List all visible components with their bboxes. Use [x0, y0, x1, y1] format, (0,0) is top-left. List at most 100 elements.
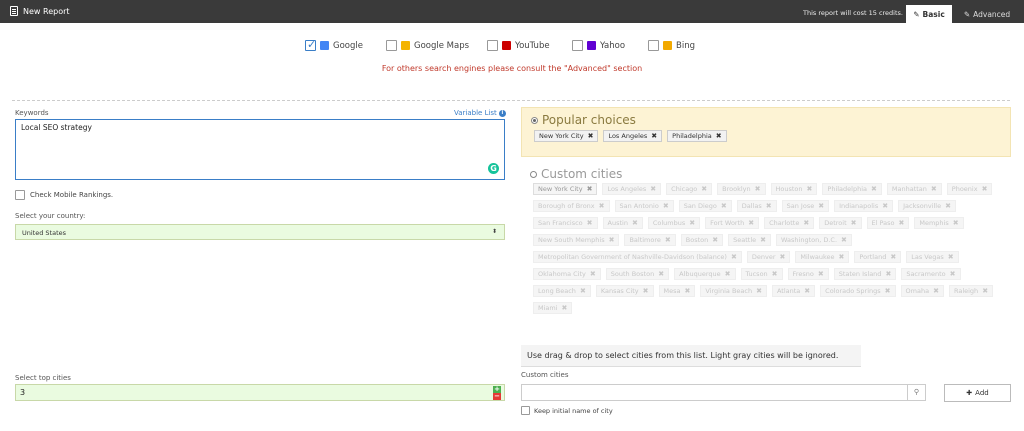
custom-city-chip[interactable]: Staten Island ✖ — [833, 268, 897, 280]
remove-icon[interactable]: ✖ — [632, 219, 638, 227]
custom-city-chip[interactable]: Brooklyn ✖ — [717, 183, 766, 195]
custom-city-chip[interactable]: New York City ✖ — [533, 183, 598, 195]
remove-icon[interactable]: ✖ — [685, 287, 691, 295]
remove-icon[interactable]: ✖ — [721, 202, 727, 210]
custom-city-chip[interactable]: Oklahoma City ✖ — [533, 268, 601, 280]
custom-city-chip[interactable]: Borough of Bronx ✖ — [533, 200, 610, 212]
remove-icon[interactable]: ✖ — [650, 185, 656, 193]
remove-icon[interactable]: ✖ — [945, 202, 951, 210]
custom-city-chip[interactable]: Denver ✖ — [746, 251, 791, 263]
remove-icon[interactable]: ✖ — [950, 270, 956, 278]
engine-youtube-checkbox[interactable] — [487, 40, 498, 51]
remove-icon[interactable]: ✖ — [982, 287, 988, 295]
add-city-button[interactable]: ✚ Add — [944, 384, 1011, 402]
remove-icon[interactable]: ✖ — [651, 132, 657, 140]
custom-city-chip[interactable]: Washington, D.C. ✖ — [776, 234, 852, 246]
remove-icon[interactable]: ✖ — [725, 270, 731, 278]
custom-city-chip[interactable]: Atlanta ✖ — [771, 285, 816, 297]
custom-city-chip[interactable]: Manhattan ✖ — [886, 183, 942, 195]
grammarly-icon[interactable]: G — [488, 163, 499, 174]
popular-choices-title[interactable]: Popular choices — [531, 113, 636, 127]
popular-chip[interactable]: Philadelphia ✖ — [667, 130, 727, 142]
custom-cities-title[interactable]: Custom cities — [530, 167, 622, 181]
custom-city-chip[interactable]: Charlotte ✖ — [764, 217, 815, 229]
custom-city-chip[interactable]: El Paso ✖ — [866, 217, 910, 229]
custom-city-chip[interactable]: Indianapolis ✖ — [834, 200, 894, 212]
custom-city-chip[interactable]: New South Memphis ✖ — [533, 234, 620, 246]
remove-icon[interactable]: ✖ — [562, 304, 568, 312]
remove-icon[interactable]: ✖ — [712, 236, 718, 244]
custom-city-chip[interactable]: Virginia Beach ✖ — [700, 285, 767, 297]
custom-city-chip[interactable]: Albuquerque ✖ — [674, 268, 736, 280]
custom-city-chip[interactable]: Long Beach ✖ — [533, 285, 591, 297]
remove-icon[interactable]: ✖ — [588, 132, 594, 140]
remove-icon[interactable]: ✖ — [818, 270, 824, 278]
remove-icon[interactable]: ✖ — [953, 219, 959, 227]
remove-icon[interactable]: ✖ — [931, 185, 937, 193]
custom-city-chip[interactable]: Miami ✖ — [533, 302, 573, 314]
remove-icon[interactable]: ✖ — [807, 185, 813, 193]
custom-city-chip[interactable]: Mesa ✖ — [658, 285, 696, 297]
custom-city-chip[interactable]: Baltimore ✖ — [624, 234, 676, 246]
engine-google-maps[interactable]: Google Maps — [386, 40, 469, 51]
engine-youtube[interactable]: YouTube — [487, 40, 550, 51]
remove-icon[interactable]: ✖ — [933, 287, 939, 295]
remove-icon[interactable]: ✖ — [839, 253, 845, 261]
remove-icon[interactable]: ✖ — [898, 219, 904, 227]
top-cities-stepper[interactable]: 3 + − — [15, 384, 505, 401]
custom-city-chip[interactable]: Milwaukee ✖ — [795, 251, 850, 263]
keywords-textarea[interactable]: Local SEO strategy G — [15, 119, 505, 180]
custom-city-chip[interactable]: Philadelphia ✖ — [822, 183, 882, 195]
custom-cities-input[interactable]: ⚲ — [521, 384, 926, 401]
remove-icon[interactable]: ✖ — [590, 270, 596, 278]
remove-icon[interactable]: ✖ — [755, 185, 761, 193]
remove-icon[interactable]: ✖ — [665, 236, 671, 244]
keep-initial-name-checkbox[interactable] — [521, 406, 530, 415]
custom-city-chip[interactable]: Sacramento ✖ — [901, 268, 961, 280]
custom-city-chip[interactable]: Portland ✖ — [854, 251, 902, 263]
popular-choices-radio[interactable] — [531, 116, 538, 124]
remove-icon[interactable]: ✖ — [643, 287, 649, 295]
custom-city-chip[interactable]: San Diego ✖ — [678, 200, 732, 212]
custom-city-chip[interactable]: San Jose ✖ — [781, 200, 830, 212]
custom-city-chip[interactable]: Columbus ✖ — [647, 217, 701, 229]
custom-city-chip[interactable]: Omaha ✖ — [900, 285, 944, 297]
remove-icon[interactable]: ✖ — [818, 202, 824, 210]
remove-icon[interactable]: ✖ — [766, 202, 772, 210]
custom-city-chip[interactable]: Colorado Springs ✖ — [820, 285, 896, 297]
engine-yahoo-checkbox[interactable] — [572, 40, 583, 51]
remove-icon[interactable]: ✖ — [982, 185, 988, 193]
custom-city-chip[interactable]: San Francisco ✖ — [533, 217, 598, 229]
remove-icon[interactable]: ✖ — [609, 236, 615, 244]
remove-icon[interactable]: ✖ — [731, 253, 737, 261]
popular-chip[interactable]: New York City ✖ — [534, 130, 599, 142]
remove-icon[interactable]: ✖ — [599, 202, 605, 210]
custom-city-chip[interactable]: Kansas City ✖ — [595, 285, 654, 297]
remove-icon[interactable]: ✖ — [756, 287, 762, 295]
remove-icon[interactable]: ✖ — [885, 270, 891, 278]
remove-icon[interactable]: ✖ — [882, 202, 888, 210]
custom-city-chip[interactable]: Boston ✖ — [680, 234, 724, 246]
remove-icon[interactable]: ✖ — [804, 287, 810, 295]
engine-bing-checkbox[interactable] — [648, 40, 659, 51]
custom-city-chip[interactable]: Tucson ✖ — [740, 268, 783, 280]
remove-icon[interactable]: ✖ — [587, 185, 593, 193]
custom-city-chip[interactable]: Fresno ✖ — [787, 268, 829, 280]
custom-city-chip[interactable]: Houston ✖ — [770, 183, 818, 195]
keep-initial-name[interactable]: Keep initial name of city — [521, 406, 613, 415]
custom-city-chip[interactable]: San Antonio ✖ — [614, 200, 674, 212]
custom-city-chip[interactable]: Raleigh ✖ — [948, 285, 994, 297]
engine-bing[interactable]: Bing — [648, 40, 695, 51]
engine-yahoo[interactable]: Yahoo — [572, 40, 625, 51]
remove-icon[interactable]: ✖ — [803, 219, 809, 227]
remove-icon[interactable]: ✖ — [780, 253, 786, 261]
mobile-rankings-checkbox[interactable] — [15, 190, 25, 200]
remove-icon[interactable]: ✖ — [748, 219, 754, 227]
custom-city-chip[interactable]: Austin ✖ — [602, 217, 643, 229]
remove-icon[interactable]: ✖ — [948, 253, 954, 261]
custom-city-chip[interactable]: Phoenix ✖ — [946, 183, 993, 195]
custom-city-chip[interactable]: Los Angeles ✖ — [602, 183, 662, 195]
remove-icon[interactable]: ✖ — [658, 270, 664, 278]
remove-icon[interactable]: ✖ — [580, 287, 586, 295]
mobile-rankings[interactable]: Check Mobile Rankings. — [15, 190, 113, 200]
